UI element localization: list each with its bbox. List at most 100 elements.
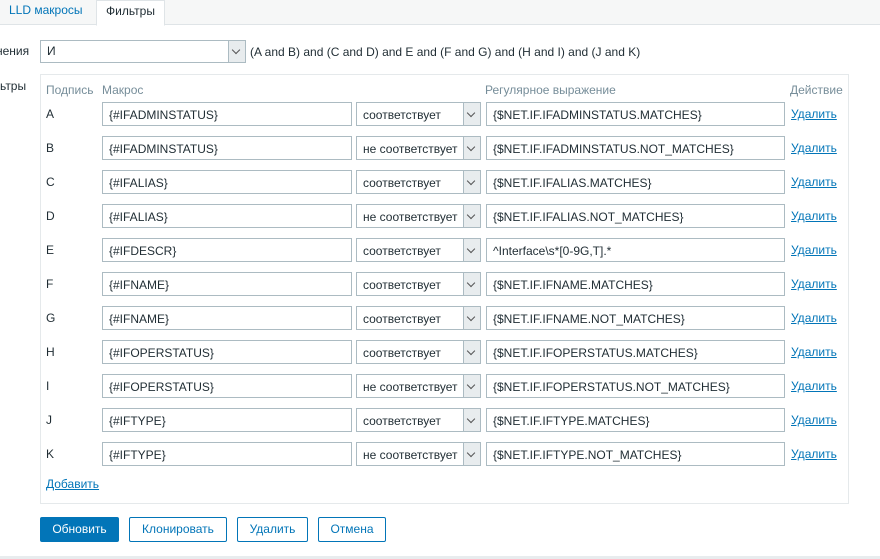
operator-value: соответствует	[363, 278, 441, 292]
operator-select[interactable]: соответствует	[356, 408, 481, 432]
macro-input[interactable]: {#IFTYPE}	[102, 408, 352, 432]
macro-input[interactable]: {#IFTYPE}	[102, 442, 352, 466]
calculation-type-select[interactable]: И	[40, 40, 246, 63]
macro-value: {#IFALIAS}	[109, 176, 168, 190]
regex-value: ^Interface\s*[0-9G,T].*	[493, 244, 612, 258]
operator-value: соответствует	[363, 312, 441, 326]
filter-row-label: I	[46, 379, 50, 393]
regex-input[interactable]: {$NET.IF.IFNAME.MATCHES}	[486, 272, 785, 296]
regex-input[interactable]: {$NET.IF.IFNAME.NOT_MATCHES}	[486, 306, 785, 330]
operator-value: соответствует	[363, 414, 441, 428]
macro-input[interactable]: {#IFALIAS}	[102, 204, 352, 228]
chevron-down-icon[interactable]	[463, 443, 480, 465]
macro-input[interactable]: {#IFOPERSTATUS}	[102, 374, 352, 398]
operator-select[interactable]: соответствует	[356, 272, 481, 296]
operator-value: не соответствует	[363, 448, 458, 462]
header-macro: Макрос	[102, 83, 144, 97]
delete-button[interactable]: Удалить	[237, 517, 308, 542]
macro-value: {#IFNAME}	[109, 278, 170, 292]
calculation-formula: (A and B) and (C and D) and E and (F and…	[250, 45, 641, 59]
chevron-down-icon[interactable]	[463, 341, 480, 363]
operator-select[interactable]: не соответствует	[356, 136, 481, 160]
operator-value: не соответствует	[363, 380, 458, 394]
macro-value: {#IFOPERSTATUS}	[109, 346, 214, 360]
regex-input[interactable]: {$NET.IF.IFOPERSTATUS.NOT_MATCHES}	[486, 374, 785, 398]
calculation-type-value: И	[47, 44, 56, 58]
operator-select[interactable]: не соответствует	[356, 374, 481, 398]
operator-select[interactable]: соответствует	[356, 102, 481, 126]
chevron-down-icon[interactable]	[463, 171, 480, 193]
regex-input[interactable]: {$NET.IF.IFTYPE.MATCHES}	[486, 408, 785, 432]
remove-filter-link[interactable]: Удалить	[791, 243, 837, 257]
chevron-down-icon[interactable]	[463, 307, 480, 329]
update-button[interactable]: Обновить	[40, 517, 119, 542]
operator-select[interactable]: не соответствует	[356, 204, 481, 228]
remove-filter-link[interactable]: Удалить	[791, 379, 837, 393]
tab-filters[interactable]: Фильтры	[96, 0, 165, 26]
cancel-button[interactable]: Отмена	[318, 517, 386, 542]
regex-value: {$NET.IF.IFOPERSTATUS.NOT_MATCHES}	[493, 380, 730, 394]
macro-value: {#IFTYPE}	[109, 448, 166, 462]
clone-button[interactable]: Клонировать	[129, 517, 227, 542]
macro-input[interactable]: {#IFNAME}	[102, 272, 352, 296]
operator-value: соответствует	[363, 108, 441, 122]
macro-input[interactable]: {#IFDESCR}	[102, 238, 352, 262]
chevron-down-icon[interactable]	[463, 409, 480, 431]
filter-row-label: K	[46, 447, 55, 461]
regex-input[interactable]: {$NET.IF.IFADMINSTATUS.NOT_MATCHES}	[486, 136, 785, 160]
regex-input[interactable]: {$NET.IF.IFTYPE.NOT_MATCHES}	[486, 442, 785, 466]
chevron-down-icon[interactable]	[463, 137, 480, 159]
regex-value: {$NET.IF.IFADMINSTATUS.NOT_MATCHES}	[493, 142, 734, 156]
operator-select[interactable]: не соответствует	[356, 442, 481, 466]
regex-input[interactable]: {$NET.IF.IFOPERSTATUS.MATCHES}	[486, 340, 785, 364]
remove-filter-link[interactable]: Удалить	[791, 345, 837, 359]
operator-select[interactable]: соответствует	[356, 170, 481, 194]
regex-input[interactable]: {$NET.IF.IFALIAS.NOT_MATCHES}	[486, 204, 785, 228]
operator-select[interactable]: соответствует	[356, 340, 481, 364]
regex-input[interactable]: ^Interface\s*[0-9G,T].*	[486, 238, 785, 262]
header-label: Подпись	[46, 83, 94, 97]
regex-value: {$NET.IF.IFADMINSTATUS.MATCHES}	[493, 108, 702, 122]
operator-value: не соответствует	[363, 142, 458, 156]
operator-select[interactable]: соответствует	[356, 238, 481, 262]
regex-input[interactable]: {$NET.IF.IFALIAS.MATCHES}	[486, 170, 785, 194]
macro-input[interactable]: {#IFALIAS}	[102, 170, 352, 194]
chevron-down-icon[interactable]	[463, 103, 480, 125]
remove-filter-link[interactable]: Удалить	[791, 311, 837, 325]
remove-filter-link[interactable]: Удалить	[791, 209, 837, 223]
remove-filter-link[interactable]: Удалить	[791, 447, 837, 461]
macro-value: {#IFTYPE}	[109, 414, 166, 428]
macro-input[interactable]: {#IFADMINSTATUS}	[102, 102, 352, 126]
regex-value: {$NET.IF.IFALIAS.NOT_MATCHES}	[493, 210, 684, 224]
remove-filter-link[interactable]: Удалить	[791, 277, 837, 291]
remove-filter-link[interactable]: Удалить	[791, 413, 837, 427]
regex-input[interactable]: {$NET.IF.IFADMINSTATUS.MATCHES}	[486, 102, 785, 126]
add-filter-link[interactable]: Добавить	[46, 477, 99, 491]
tab-lld-macros[interactable]: LLD макросы	[0, 0, 92, 25]
chevron-down-icon[interactable]	[463, 375, 480, 397]
regex-value: {$NET.IF.IFNAME.MATCHES}	[493, 278, 653, 292]
chevron-down-icon[interactable]	[228, 41, 245, 62]
regex-value: {$NET.IF.IFOPERSTATUS.MATCHES}	[493, 346, 698, 360]
remove-filter-link[interactable]: Удалить	[791, 175, 837, 189]
chevron-down-icon[interactable]	[463, 239, 480, 261]
calculation-label: нения	[0, 44, 30, 58]
macro-value: {#IFDESCR}	[109, 244, 177, 258]
chevron-down-icon[interactable]	[463, 273, 480, 295]
macro-value: {#IFOPERSTATUS}	[109, 380, 214, 394]
filter-row-label: F	[46, 277, 54, 291]
remove-filter-link[interactable]: Удалить	[791, 141, 837, 155]
filter-row-label: G	[46, 311, 56, 325]
filter-row-label: A	[46, 107, 55, 121]
operator-select[interactable]: соответствует	[356, 306, 481, 330]
filter-row-label: D	[46, 209, 55, 223]
operator-value: соответствует	[363, 244, 441, 258]
tab-bar: LLD макросы Фильтры	[0, 0, 880, 26]
chevron-down-icon[interactable]	[463, 205, 480, 227]
macro-input[interactable]: {#IFNAME}	[102, 306, 352, 330]
filter-row-label: J	[46, 413, 52, 427]
remove-filter-link[interactable]: Удалить	[791, 107, 837, 121]
macro-input[interactable]: {#IFADMINSTATUS}	[102, 136, 352, 160]
macro-input[interactable]: {#IFOPERSTATUS}	[102, 340, 352, 364]
macro-value: {#IFALIAS}	[109, 210, 168, 224]
